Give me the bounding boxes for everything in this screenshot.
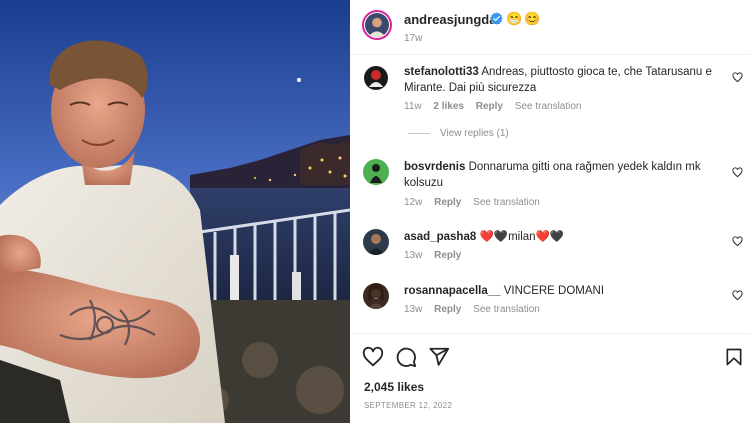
post-time[interactable]: 17w	[404, 33, 422, 44]
post-actions: 2,045 likes SEPTEMBER 12, 2022	[350, 333, 750, 423]
share-icon[interactable]	[428, 346, 450, 368]
comment-time[interactable]: 13w	[404, 250, 422, 261]
heart-icon[interactable]	[732, 290, 743, 301]
heart-icon[interactable]	[732, 72, 743, 83]
view-replies-label: View replies (1)	[440, 128, 509, 139]
post-panel: andreasjungdal 😁😊 17w stefanolotti33 And…	[350, 0, 750, 423]
bookmark-icon[interactable]	[724, 346, 744, 368]
commenter-username[interactable]: rosannapacella__	[404, 285, 501, 297]
post-date: SEPTEMBER 12, 2022	[364, 401, 453, 410]
verified-badge-icon	[490, 12, 503, 25]
comment-meta: 11w 2 likes Reply See translation	[404, 101, 591, 112]
commenter-avatar[interactable]	[363, 159, 389, 185]
comment-text: stefanolotti33 Andreas, piuttosto gioca …	[404, 64, 714, 96]
author-username[interactable]: andreasjungdal	[404, 12, 500, 27]
comment-likes[interactable]: 2 likes	[433, 101, 464, 112]
reply-button[interactable]: Reply	[476, 101, 503, 112]
commenter-username[interactable]: bosvrdenis	[404, 161, 465, 173]
comment-time[interactable]: 12w	[404, 197, 422, 208]
commenter-avatar[interactable]	[363, 65, 389, 91]
replies-divider	[408, 132, 430, 134]
commenter-avatar[interactable]	[363, 283, 389, 309]
comment-icon[interactable]	[395, 346, 417, 368]
view-replies-button[interactable]: View replies (1)	[408, 128, 509, 139]
post-photo[interactable]	[0, 0, 350, 423]
see-translation-link[interactable]: See translation	[515, 101, 582, 112]
commenter-username[interactable]: stefanolotti33	[404, 66, 479, 78]
author-emoji: 😁😊	[506, 11, 543, 26]
reply-button[interactable]: Reply	[434, 304, 461, 315]
see-translation-link[interactable]: See translation	[473, 304, 540, 315]
reply-button[interactable]: Reply	[434, 250, 461, 261]
likes-count[interactable]: 2,045 likes	[364, 380, 424, 394]
comment-meta: 12w Reply See translation	[404, 197, 549, 208]
comment-body: VINCERE DOMANI	[503, 285, 605, 297]
reply-button[interactable]: Reply	[434, 197, 461, 208]
author-avatar[interactable]	[362, 10, 392, 40]
like-heart-icon[interactable]	[362, 346, 384, 368]
comment-body: ❤️🖤milan❤️🖤	[479, 231, 565, 243]
heart-icon[interactable]	[732, 167, 743, 178]
comment-meta: 13w Reply	[404, 250, 470, 261]
comment-text: bosvrdenis Donnaruma gitti ona rağmen ye…	[404, 159, 714, 191]
comment-text: asad_pasha8 ❤️🖤milan❤️🖤	[404, 229, 714, 245]
commenter-username[interactable]: asad_pasha8	[404, 231, 476, 243]
commenter-avatar[interactable]	[363, 229, 389, 255]
comment-time[interactable]: 11w	[404, 101, 422, 112]
heart-icon[interactable]	[732, 236, 743, 247]
post-header: andreasjungdal 😁😊 17w	[350, 0, 750, 55]
see-translation-link[interactable]: See translation	[473, 197, 540, 208]
comment-time[interactable]: 13w	[404, 304, 422, 315]
comment-text: rosannapacella__ VINCERE DOMANI	[404, 283, 714, 299]
comment-meta: 13w Reply See translation	[404, 304, 549, 315]
